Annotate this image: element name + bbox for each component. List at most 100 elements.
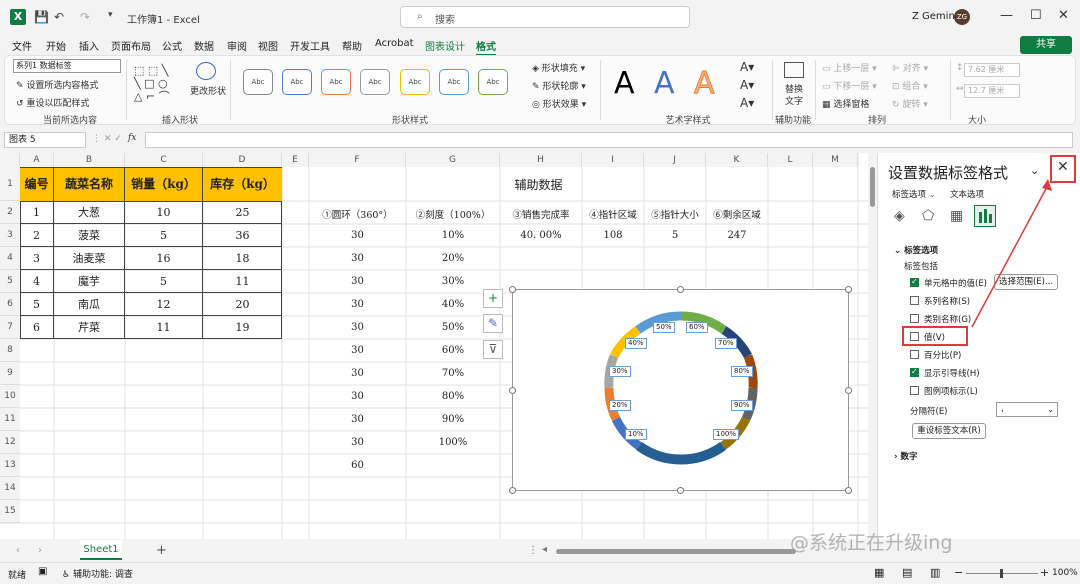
- separator-select[interactable]: , ⌄: [996, 402, 1058, 417]
- tab-view[interactable]: 视图: [258, 38, 278, 53]
- table-cell[interactable]: 16: [125, 247, 203, 270]
- maximize-icon[interactable]: ☐: [1030, 8, 1042, 23]
- col-header-B[interactable]: B: [54, 153, 125, 167]
- chart-data-label[interactable]: 30%: [609, 366, 631, 377]
- chart-data-label[interactable]: 90%: [731, 400, 753, 411]
- aux-cell[interactable]: 30%: [406, 276, 500, 287]
- row-header-11[interactable]: 11: [0, 408, 20, 431]
- table-header-sales[interactable]: 销量（kg）: [125, 168, 203, 201]
- vertical-scrollbar[interactable]: [868, 153, 877, 539]
- table-cell[interactable]: 油麦菜: [54, 247, 125, 270]
- row-header-7[interactable]: 7: [0, 316, 20, 339]
- alt-text-icon[interactable]: [784, 62, 804, 78]
- tab-file[interactable]: 文件: [12, 38, 32, 53]
- name-box[interactable]: 图表 5: [4, 132, 86, 148]
- chart-data-label[interactable]: 50%: [653, 322, 675, 333]
- chart-data-label[interactable]: 80%: [731, 366, 753, 377]
- table-cell[interactable]: 18: [203, 247, 282, 270]
- col-header-F[interactable]: F: [309, 153, 406, 167]
- chart-styles-brush-icon[interactable]: ✎: [483, 314, 503, 333]
- aux-cell[interactable]: 60: [309, 460, 406, 471]
- checkbox-legend-key[interactable]: [910, 386, 919, 395]
- table-cell[interactable]: 5: [20, 293, 54, 316]
- table-cell[interactable]: 2: [20, 224, 54, 247]
- table-cell[interactable]: 19: [203, 316, 282, 339]
- aux-cell[interactable]: 70%: [406, 368, 500, 379]
- shape-style-4[interactable]: Abc: [360, 69, 390, 95]
- width-input[interactable]: 12.7 厘米: [964, 84, 1020, 98]
- tab-review[interactable]: 审阅: [227, 38, 247, 53]
- aux-cell[interactable]: 5: [644, 230, 706, 241]
- avatar[interactable]: ZG: [954, 9, 970, 25]
- tab-format[interactable]: 格式: [476, 38, 496, 56]
- shape-style-1[interactable]: Abc: [243, 69, 273, 95]
- tab-home[interactable]: 开始: [46, 38, 66, 53]
- tab-chart-design[interactable]: 图表设计: [425, 38, 465, 53]
- row-header-9[interactable]: 9: [0, 362, 20, 385]
- section-number[interactable]: › 数字: [894, 450, 917, 462]
- resize-handle[interactable]: [845, 487, 852, 494]
- table-cell[interactable]: 36: [203, 224, 282, 247]
- table-cell[interactable]: 大葱: [54, 201, 125, 224]
- row-header-2[interactable]: 2: [0, 201, 20, 224]
- customize-qa-icon[interactable]: ▾: [108, 10, 113, 20]
- col-header-J[interactable]: J: [644, 153, 706, 167]
- checkbox-percentage[interactable]: [910, 350, 919, 359]
- table-header-name[interactable]: 蔬菜名称: [54, 168, 125, 201]
- tab-insert[interactable]: 插入: [79, 38, 99, 53]
- col-header-K[interactable]: K: [706, 153, 768, 167]
- align-button[interactable]: ⊫ 对齐 ▾: [892, 61, 928, 74]
- checkbox-cell-value[interactable]: [910, 277, 919, 287]
- aux-cell[interactable]: 30: [309, 322, 406, 333]
- zoom-slider-thumb[interactable]: [1000, 569, 1003, 578]
- normal-view-icon[interactable]: ▦: [874, 566, 884, 579]
- table-cell[interactable]: 11: [203, 270, 282, 293]
- chart-data-label[interactable]: 60%: [686, 322, 708, 333]
- col-header-I[interactable]: I: [582, 153, 644, 167]
- close-window-icon[interactable]: ✕: [1058, 8, 1069, 23]
- row-header-4[interactable]: 4: [0, 247, 20, 270]
- row-header-8[interactable]: 8: [0, 339, 20, 362]
- col-header-A[interactable]: A: [20, 153, 54, 167]
- tab-splitter-icon[interactable]: ⋮: [528, 545, 538, 556]
- select-all-corner[interactable]: [0, 153, 20, 167]
- col-header-C[interactable]: C: [125, 153, 203, 167]
- checkbox-category-name[interactable]: [910, 314, 919, 323]
- wordart-style-orange[interactable]: A: [694, 66, 716, 102]
- shape-fill-button[interactable]: ◈ 形状填充 ▾: [532, 61, 585, 74]
- close-pane-icon[interactable]: ✕: [1057, 159, 1069, 175]
- aux-header[interactable]: ⑤指针大小: [644, 207, 706, 221]
- row-header-10[interactable]: 10: [0, 385, 20, 408]
- table-cell[interactable]: 5: [125, 224, 203, 247]
- aux-header[interactable]: ②刻度（100%）: [406, 207, 500, 221]
- chart-data-label[interactable]: 10%: [625, 429, 647, 440]
- row-header-3[interactable]: 3: [0, 224, 20, 247]
- tab-data[interactable]: 数据: [194, 38, 214, 53]
- sheet-tab-sheet1[interactable]: Sheet1: [80, 540, 122, 560]
- fx-icon[interactable]: fx: [128, 133, 136, 143]
- chart-elements-combo[interactable]: 系列1 数据标签: [13, 59, 121, 73]
- aux-header[interactable]: ④指针区域: [582, 207, 644, 221]
- selection-pane-button[interactable]: ▦ 选择窗格: [822, 97, 869, 110]
- height-input[interactable]: 7.62 厘米: [964, 63, 1020, 77]
- table-cell[interactable]: 魔芋: [54, 270, 125, 293]
- reset-label-text-button[interactable]: 重设标签文本(R): [912, 423, 986, 439]
- aux-cell[interactable]: 20%: [406, 253, 500, 264]
- table-cell[interactable]: 6: [20, 316, 54, 339]
- text-fill-icon[interactable]: A▾: [740, 60, 754, 74]
- aux-cell[interactable]: 40. 00%: [500, 230, 582, 241]
- zoom-out-icon[interactable]: −: [954, 566, 963, 579]
- chart-data-label[interactable]: 100%: [713, 429, 740, 440]
- text-outline-icon[interactable]: A▾: [740, 78, 754, 92]
- table-cell[interactable]: 10: [125, 201, 203, 224]
- table-cell[interactable]: 4: [20, 270, 54, 293]
- tab-scroll-left-icon[interactable]: ‹: [16, 545, 20, 556]
- shape-effects-button[interactable]: ◎ 形状效果 ▾: [532, 97, 586, 110]
- text-effects-icon[interactable]: A▾: [740, 96, 754, 110]
- group-objects-button[interactable]: ⊡ 组合 ▾: [892, 79, 928, 92]
- tab-scroll-right-icon[interactable]: ›: [38, 545, 42, 556]
- zoom-level[interactable]: 100%: [1052, 568, 1078, 578]
- chart-data-label[interactable]: 20%: [609, 400, 631, 411]
- aux-cell[interactable]: 30: [309, 437, 406, 448]
- col-header-E[interactable]: E: [282, 153, 309, 167]
